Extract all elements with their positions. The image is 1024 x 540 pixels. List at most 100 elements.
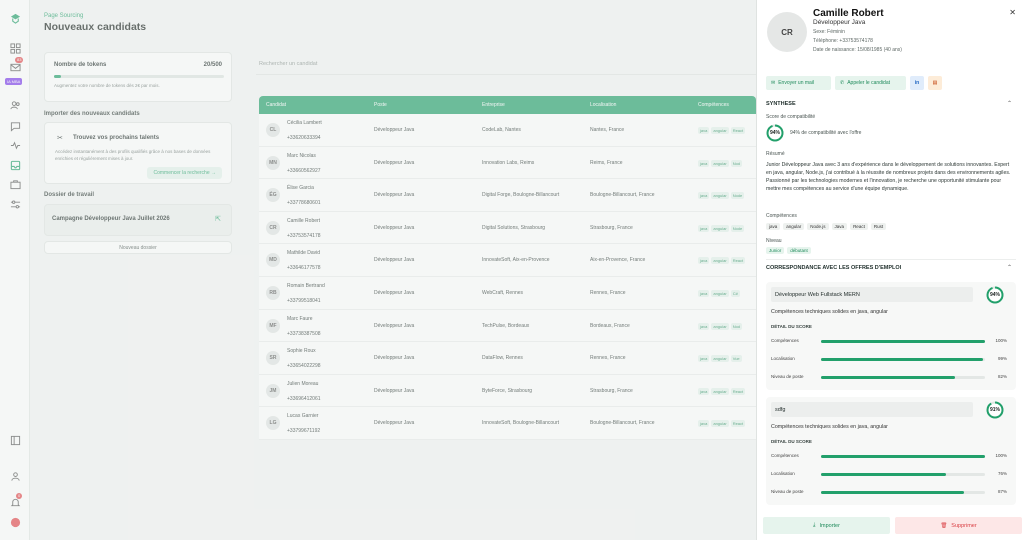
- score-bar: [821, 376, 985, 379]
- table-row[interactable]: ÉG Élise Garcia +33778680601 Développeur Ja…: [259, 179, 756, 212]
- talent-text: Accédez instantanément à des profils qua…: [55, 149, 211, 161]
- score-row: Localisation 99%: [771, 356, 1007, 364]
- close-icon[interactable]: ✕: [1009, 8, 1016, 17]
- skills-list: java angular Node.js Java React Rust: [766, 223, 887, 230]
- tokens-count: 20/500: [203, 62, 222, 68]
- send-mail-button[interactable]: ✉ Envoyer un mail: [766, 76, 831, 90]
- start-search-label: Commencer la recherche: [153, 170, 210, 176]
- user-avatar-icon[interactable]: [9, 516, 21, 528]
- skill-chip: angular: [711, 387, 729, 395]
- skill-chip: Node: [730, 224, 745, 232]
- resume-label: Résumé: [766, 151, 785, 157]
- score-row: Compétences 100%: [771, 338, 1007, 346]
- table-row[interactable]: MN Marc Nicolas +33660562927 Développeur Ja…: [259, 146, 756, 180]
- level-tag: Junior: [766, 247, 785, 254]
- score-row-label: Localisation: [771, 356, 795, 361]
- cell-poste: Développeur Java: [374, 257, 415, 264]
- start-search-button[interactable]: Commencer la recherche →: [147, 167, 222, 179]
- skill-chip: java: [698, 322, 710, 330]
- cell-poste: Développeur Java: [374, 192, 415, 199]
- table-row[interactable]: JM Julien Moreau +33696412061 Développeur J…: [259, 374, 756, 408]
- briefcase-icon[interactable]: [9, 178, 21, 190]
- cell-entreprise: InnovateSoft, Boulogne-Billancourt: [482, 420, 559, 427]
- send-mail-label: Envoyer un mail: [778, 80, 815, 86]
- skill-tag: angular: [783, 223, 805, 230]
- table-row[interactable]: CL Cécilia Lambert +33620633394 Développeur…: [259, 114, 756, 147]
- candidate-phone: +33778680601: [287, 200, 321, 207]
- candidates-table: Candidat Poste Entreprise Localisation C…: [259, 96, 756, 440]
- offer-card[interactable]: Développeur Web Fullstack MERN 94% Compéte…: [766, 282, 1016, 390]
- import-button[interactable]: ⤓ Importer: [763, 517, 890, 534]
- talent-search-card: ✂ Trouvez vos prochains talents Accédez …: [44, 122, 232, 184]
- score-bar-fill: [821, 340, 985, 343]
- chevron-up-icon[interactable]: ⌃: [1007, 264, 1012, 271]
- users-icon[interactable]: [9, 99, 21, 111]
- logo-icon[interactable]: [9, 12, 21, 24]
- offer-description: Compétences techniques solides en java, …: [771, 309, 888, 315]
- team-icon[interactable]: [9, 470, 21, 482]
- col-localisation: Localisation: [590, 102, 617, 108]
- grid-icon[interactable]: [9, 42, 21, 54]
- score-row-label: Localisation: [771, 471, 795, 476]
- skill-chips: java angular Vue: [698, 355, 742, 363]
- cell-entreprise: Digital Solutions, Strasbourg: [482, 224, 546, 231]
- score-value: 94%: [769, 130, 780, 136]
- talent-title: Trouvez vos prochains talents: [73, 135, 160, 141]
- table-row[interactable]: CR Camille Robert +33753574178 Développeur …: [259, 211, 756, 245]
- score-text: 94% de compatibilité avec l'offre: [790, 130, 862, 136]
- breadcrumb[interactable]: Page Sourcing: [44, 13, 83, 19]
- divider: [766, 259, 1016, 260]
- skill-chip: Node: [730, 192, 745, 200]
- skill-tag: Node.js: [807, 223, 829, 230]
- table-row[interactable]: RB Romain Bertrand +33799518041 Développeur…: [259, 276, 756, 310]
- skill-chips: java angular Nod: [698, 322, 743, 330]
- tokens-hint[interactable]: Augmentez votre nombre de tokens dès 2€ …: [54, 83, 160, 88]
- col-poste: Poste: [374, 102, 387, 108]
- linkedin-icon[interactable]: in: [910, 76, 924, 90]
- offer-title[interactable]: sdfg: [771, 402, 973, 417]
- folder-export-icon[interactable]: ⇱: [215, 215, 221, 223]
- cell-loc: Bordeaux, France: [590, 322, 630, 329]
- skill-tag: Java: [831, 223, 848, 230]
- new-folder-button[interactable]: Nouveau dossier: [44, 241, 232, 254]
- score-row-value: 87%: [997, 489, 1007, 494]
- synthese-title[interactable]: SYNTHESE: [766, 101, 796, 107]
- inbox-icon[interactable]: [9, 159, 21, 171]
- table-row[interactable]: MD Mathilde David +33646177578 Développeur …: [259, 244, 756, 277]
- file-icon[interactable]: ▤: [928, 76, 942, 90]
- offer-card[interactable]: sdfg 91% Compétences techniques solides en…: [766, 397, 1016, 505]
- candidate-phone: +33799518041: [287, 297, 321, 304]
- offer-title[interactable]: Développeur Web Fullstack MERN: [771, 287, 973, 302]
- folder-item[interactable]: Campagne Développeur Java Juillet 2026 ⇱: [44, 204, 232, 236]
- pulse-icon[interactable]: [9, 139, 21, 151]
- candidate-name: Romain Bertrand: [287, 282, 325, 289]
- cell-poste: Développeur Java: [374, 387, 415, 394]
- avatar: CL: [266, 123, 280, 137]
- table-row[interactable]: LG Lucas Garnier +33799671192 Développeur J…: [259, 407, 756, 440]
- chevron-up-icon[interactable]: ⌃: [1007, 100, 1012, 107]
- cell-poste: Développeur Java: [374, 355, 415, 362]
- skill-chips: java angular React: [698, 420, 746, 428]
- delete-button[interactable]: 🗑 Supprimer: [895, 517, 1022, 534]
- sliders-icon[interactable]: [9, 198, 21, 210]
- search-input[interactable]: Rechercher un candidat: [259, 61, 317, 67]
- cell-poste: Développeur Java: [374, 159, 415, 166]
- cell-entreprise: TechPulse, Bordeaux: [482, 322, 530, 329]
- page-title: Nouveaux candidats: [44, 21, 147, 33]
- offer-score-value: 94%: [989, 292, 1000, 298]
- call-button[interactable]: ✆ Appeler le candidat: [835, 76, 906, 90]
- score-bar-fill: [821, 491, 964, 494]
- score-bar: [821, 358, 985, 361]
- cell-loc: Strasbourg, France: [590, 224, 633, 231]
- ia-tag[interactable]: IA MBA: [5, 78, 23, 85]
- candidate-phone: +33620633394: [287, 135, 321, 141]
- offers-title[interactable]: CORRESPONDANCE AVEC LES OFFRES D'EMPLOI: [766, 265, 901, 271]
- sidebar-collapse-icon[interactable]: [9, 434, 21, 446]
- candidate-phone: +33753574178: [287, 232, 321, 239]
- table-row[interactable]: SR Sophie Roux +33654022298 Développeur Jav…: [259, 342, 756, 375]
- chat-icon[interactable]: [9, 120, 21, 132]
- table-row[interactable]: MF Marc Faure +33738387508 Développeur Java…: [259, 309, 756, 343]
- sparkle-icon: ✂: [57, 135, 63, 142]
- skill-chip: React: [730, 420, 746, 428]
- skill-chips: java angular Nod: [698, 159, 743, 167]
